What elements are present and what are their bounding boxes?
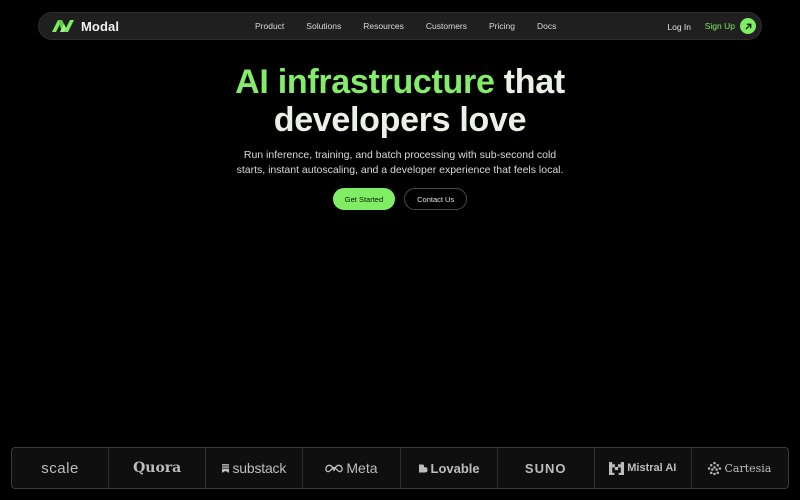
brand-name: Modal — [81, 18, 120, 34]
modal-logo-icon — [51, 19, 75, 33]
hero-title-line-2: developers love — [273, 101, 527, 139]
login-link[interactable]: Log In — [667, 22, 691, 32]
logo-cartesia-text: Cartesia — [724, 461, 772, 475]
signup-label: Sign Up — [704, 21, 735, 31]
top-navbar: Modal Product Solutions Resources Custom… — [38, 12, 762, 40]
get-started-button[interactable]: Get Started — [332, 188, 396, 210]
logo-mistral-text: Mistral AI — [627, 462, 677, 474]
nav-item-docs[interactable]: Docs — [537, 21, 556, 31]
mistral-m-icon — [609, 461, 625, 475]
logo-quora-text: Quora — [133, 460, 182, 476]
page: Modal Product Solutions Resources Custom… — [0, 0, 800, 500]
nav-item-customers[interactable]: Customers — [426, 21, 467, 31]
contact-us-button[interactable]: Contact Us — [404, 188, 468, 210]
arrow-up-right-icon — [740, 18, 756, 34]
nav-item-solutions[interactable]: Solutions — [306, 21, 341, 31]
main-menu: Product Solutions Resources Customers Pr… — [255, 13, 578, 39]
nav-item-resources[interactable]: Resources — [363, 21, 404, 31]
cta-row: Get Started Contact Us — [0, 188, 800, 210]
logo-scale-text: scale — [41, 459, 79, 477]
hero-title: AI infrastructure that developers love — [0, 63, 800, 139]
logo-lovable: Lovable — [401, 448, 498, 488]
logo-quora: Quora — [109, 448, 207, 488]
logo-substack-text: substack — [232, 460, 287, 476]
hero-subtitle: Run inference, training, and batch proce… — [200, 148, 600, 178]
substack-icon — [222, 463, 230, 473]
logo-scale: scale — [12, 448, 110, 488]
lovable-heart-icon — [418, 463, 428, 473]
brand-home-link[interactable]: Modal — [51, 19, 119, 34]
logo-substack: substack — [206, 448, 304, 488]
logo-cartesia: Cartesia — [692, 448, 788, 488]
hero-title-accent: AI infrastructure — [235, 63, 495, 101]
meta-infinity-icon — [325, 464, 344, 473]
customer-logo-strip: scale Quora substack Meta Lovable SUNO M… — [11, 447, 789, 489]
logo-lovable-text: Lovable — [430, 460, 480, 476]
nav-item-pricing[interactable]: Pricing — [489, 21, 515, 31]
logo-suno-text: SUNO — [524, 460, 567, 476]
logo-meta: Meta — [303, 448, 401, 488]
cartesia-pixel-icon — [708, 461, 722, 475]
signup-button[interactable]: Sign Up — [705, 17, 756, 35]
nav-item-product[interactable]: Product — [255, 21, 284, 31]
logo-mistral: Mistral AI — [595, 448, 692, 488]
hero-subtitle-line-1: Run inference, training, and batch proce… — [243, 149, 557, 161]
logo-suno: SUNO — [498, 448, 595, 488]
logo-meta-text: Meta — [346, 460, 378, 476]
hero-title-rest: that — [503, 63, 565, 101]
hero-subtitle-line-2: starts, instant autoscaling, and a devel… — [236, 164, 564, 176]
